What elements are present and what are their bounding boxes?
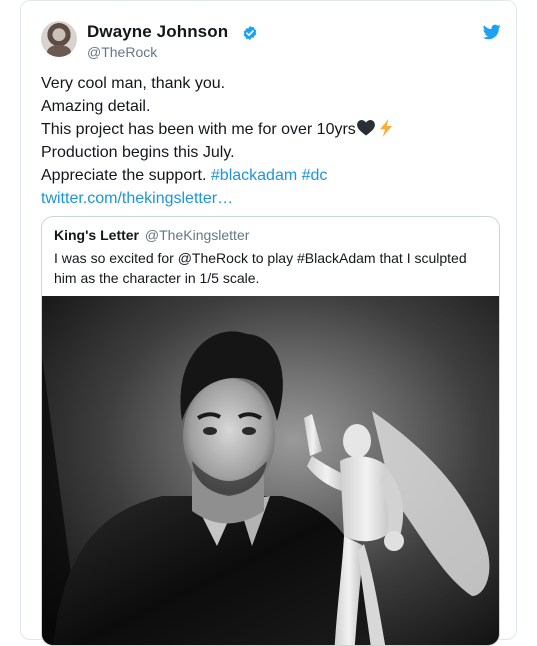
author-avatar[interactable] <box>41 21 77 57</box>
quoted-tweet-header: King's Letter @TheKingsletter <box>54 227 249 243</box>
verified-badge-icon <box>243 26 257 40</box>
tweet-card: Dwayne Johnson @TheRock Very cool man, t… <box>20 0 517 646</box>
quoted-author-name[interactable]: King's Letter <box>54 227 139 243</box>
quoted-author-handle[interactable]: @TheKingsletter <box>145 227 249 243</box>
quoted-tweet[interactable]: King's Letter @TheKingsletter I was so e… <box>41 216 500 646</box>
tweet-line: Amazing detail. <box>41 98 151 115</box>
author-name[interactable]: Dwayne Johnson <box>87 22 228 42</box>
hashtag-link[interactable]: #blackadam <box>211 167 297 184</box>
tweet-body: Very cool man, thank you. Amazing detail… <box>41 72 501 210</box>
quoted-tweet-photo[interactable] <box>42 296 499 646</box>
lightning-bolt-icon <box>379 119 392 137</box>
twitter-bird-icon[interactable] <box>483 24 501 40</box>
tweet-line-with-hashtags: Appreciate the support. #blackadam #dc <box>41 164 501 187</box>
tweet-line: Production begins this July. <box>41 144 235 161</box>
tweet-line-text: This project has been with me for over 1… <box>41 121 356 138</box>
quoted-tweet-text: I was so excited for @TheRock to play #B… <box>54 250 467 286</box>
black-heart-icon <box>356 120 375 136</box>
tweet-line-text: Appreciate the support. <box>41 167 207 184</box>
author-handle[interactable]: @TheRock <box>87 44 157 60</box>
hashtag-link[interactable]: #dc <box>302 167 328 184</box>
url-link[interactable]: twitter.com/thekingsletter… <box>41 187 501 210</box>
tweet-line-with-emoji: This project has been with me for over 1… <box>41 118 501 141</box>
tweet-line: Very cool man, thank you. <box>41 75 226 92</box>
